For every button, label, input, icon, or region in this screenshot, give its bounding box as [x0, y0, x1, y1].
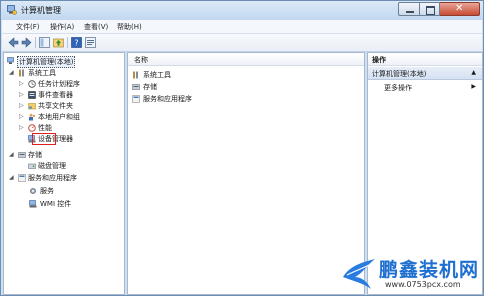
system-tools-icon — [19, 69, 24, 77]
site-watermark: 鹏鑫装机网 www.0753pcx.com — [341, 253, 481, 295]
actions-header-label: 操作 — [372, 56, 386, 64]
properties-icon[interactable] — [85, 37, 96, 48]
maximize-button[interactable] — [420, 2, 440, 16]
tree-item-label: 磁盘管理 — [38, 162, 66, 170]
menu-file[interactable]: 文件(F) — [16, 22, 40, 32]
menu-bar: 文件(F) 操作(A) 查看(V) 帮助(H) — [2, 20, 482, 34]
expand-arrow-icon[interactable]: ▷ — [19, 124, 24, 131]
more-actions-item[interactable]: 更多操作 — [384, 83, 412, 93]
actions-group-label: 计算机管理(本地) — [372, 70, 427, 78]
column-header-label: 名称 — [134, 56, 148, 64]
actions-header: 操作 — [368, 53, 482, 66]
tree-item-label: 计算机管理(本地) — [17, 56, 76, 68]
console-tree-pane: 计算机管理(本地) ◢ 系统工具 ▷ 任务计划程序 ▷ 事件查看器 ▷ 共享文件… — [3, 52, 125, 295]
tree-item-label: 存储 — [28, 151, 42, 159]
users-icon — [29, 113, 36, 121]
tree-item-label: 事件查看器 — [38, 91, 73, 99]
collapse-up-icon[interactable]: ▲ — [471, 69, 476, 76]
tree-item-label: WMI 控件 — [40, 200, 72, 208]
show-hide-console-tree-icon[interactable] — [39, 37, 50, 48]
tree-item-label: 本地用户和组 — [38, 113, 80, 121]
toolbar-separator — [67, 37, 68, 48]
list-item-label: 服务和应用程序 — [143, 95, 192, 103]
tree-item-label: 任务计划程序 — [38, 80, 80, 88]
tree-item-label: 服务和应用程序 — [28, 174, 77, 182]
system-tools-icon — [133, 71, 138, 79]
shared-folder-icon — [28, 103, 36, 110]
minimize-button[interactable] — [398, 2, 420, 16]
list-item-label: 存储 — [143, 83, 157, 91]
svg-text:?: ? — [74, 39, 78, 48]
close-button[interactable] — [440, 2, 480, 16]
clock-icon — [28, 80, 36, 88]
watermark-url: www.0753pcx.com — [385, 280, 461, 289]
actions-group-computer-management[interactable]: 计算机管理(本地) ▲ — [368, 67, 482, 80]
services-and-applications-icon — [18, 174, 26, 182]
event-viewer-icon — [28, 91, 36, 99]
tree-item-label: 性能 — [38, 124, 52, 132]
storage-icon — [132, 84, 140, 90]
tree-item-label: 服务 — [40, 187, 54, 195]
back-arrow-icon[interactable] — [8, 37, 19, 48]
up-level-icon[interactable] — [53, 37, 64, 48]
expand-arrow-icon[interactable]: ▷ — [19, 80, 24, 87]
title-bar: 计算机管理 — [1, 1, 483, 20]
computer-management-icon — [7, 5, 17, 15]
toolbar: ? — [2, 34, 482, 52]
tree-item-label: 系统工具 — [28, 69, 56, 77]
window-title: 计算机管理 — [21, 6, 61, 15]
forward-arrow-icon[interactable] — [21, 37, 32, 48]
menu-view[interactable]: 查看(V) — [84, 22, 108, 32]
collapse-triangle-icon[interactable]: ◢ — [9, 69, 14, 76]
expand-arrow-icon[interactable]: ▷ — [19, 102, 24, 109]
watermark-title: 鹏鑫装机网 — [379, 259, 480, 281]
window-controls — [398, 2, 480, 17]
computer-management-icon — [7, 57, 14, 64]
results-pane: 名称 系统工具 存储 服务和应用程序 — [127, 52, 365, 295]
services-and-applications-icon — [132, 95, 140, 103]
performance-icon — [28, 124, 36, 132]
collapse-triangle-icon[interactable]: ◢ — [9, 174, 14, 181]
expand-arrow-icon[interactable]: ▷ — [19, 113, 24, 120]
bird-logo-icon — [343, 259, 375, 289]
collapse-triangle-icon[interactable]: ◢ — [9, 151, 14, 158]
services-highlight-box — [32, 133, 56, 145]
computer-management-window: 计算机管理 文件(F) 操作(A) 查看(V) 帮助(H) — [0, 0, 484, 296]
expand-arrow-icon[interactable]: ▷ — [19, 91, 24, 98]
menu-help[interactable]: 帮助(H) — [117, 22, 142, 32]
submenu-arrow-icon: ▶ — [471, 83, 476, 90]
help-icon[interactable]: ? — [71, 37, 82, 48]
storage-icon — [18, 152, 26, 158]
column-header-name[interactable]: 名称 — [128, 53, 364, 66]
tree-item-label: 共享文件夹 — [38, 102, 73, 110]
list-item-label: 系统工具 — [143, 71, 171, 79]
menu-action[interactable]: 操作(A) — [50, 22, 74, 32]
services-gear-icon — [30, 188, 36, 194]
wmi-control-icon — [29, 200, 37, 208]
disk-management-icon — [28, 163, 36, 169]
toolbar-separator — [35, 37, 36, 48]
